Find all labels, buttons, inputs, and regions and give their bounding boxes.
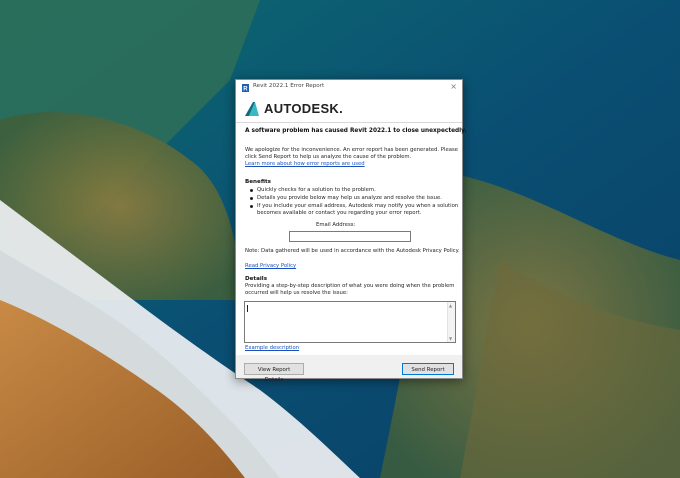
text-caret <box>247 305 248 312</box>
example-description-link[interactable]: Example description <box>245 345 299 352</box>
benefit-item-2: Details you provide below may help us an… <box>257 195 442 201</box>
apology-line-1: We apologize for the inconvenience. An e… <box>245 147 458 153</box>
logo-wordmark: AUTODESK <box>264 101 340 116</box>
details-prompt-line-2: occurred will help us resolve the issue: <box>245 290 348 296</box>
email-field[interactable] <box>289 231 411 242</box>
privacy-policy-link[interactable]: Read Privacy Policy <box>245 263 296 270</box>
bullet-dot <box>250 189 253 192</box>
svg-text:R: R <box>243 87 248 93</box>
bullet-dot <box>250 205 253 208</box>
details-scrollbar[interactable]: ▲ ▼ <box>447 302 455 342</box>
benefits-heading: Benefits <box>245 179 271 185</box>
bullet-dot <box>250 197 253 200</box>
email-label: Email Address: <box>316 222 356 228</box>
benefit-item-1: Quickly checks for a solution to the pro… <box>257 187 376 193</box>
view-report-details-button[interactable]: View Report Details <box>244 363 304 383</box>
details-textarea[interactable]: ▲ ▼ <box>244 301 456 343</box>
autodesk-logo-text: AUTODESK. <box>264 101 343 117</box>
privacy-note: Note: Data gathered will be used in acco… <box>245 248 460 254</box>
brand-header: AUTODESK. <box>236 96 462 123</box>
title-bar[interactable]: R Revit 2022.1 Error Report × <box>236 80 462 96</box>
error-headline: A software problem has caused Revit 2022… <box>245 128 467 134</box>
details-heading: Details <box>245 276 268 282</box>
benefit-item-3-cont: becomes available or contact you regardi… <box>257 210 422 216</box>
revit-app-icon: R <box>242 84 249 92</box>
apology-line-2: click Send Report to help us analyze the… <box>245 154 412 160</box>
window-title: Revit 2022.1 Error Report <box>253 83 325 89</box>
dialog-content: A software problem has caused Revit 2022… <box>236 123 467 355</box>
learn-more-link[interactable]: Learn more about how error reports are u… <box>245 161 365 168</box>
autodesk-logo-icon <box>245 102 259 116</box>
close-icon[interactable]: × <box>450 82 457 92</box>
logo-dot: . <box>339 101 344 116</box>
scroll-down-icon[interactable]: ▼ <box>449 336 452 341</box>
scroll-up-icon[interactable]: ▲ <box>449 303 452 308</box>
details-prompt-line-1: Providing a step-by-step description of … <box>245 283 455 289</box>
send-report-button[interactable]: Send Report <box>402 363 454 375</box>
benefit-item-3: If you include your email address, Autod… <box>257 203 459 209</box>
error-report-dialog: R Revit 2022.1 Error Report × AUTODESK. … <box>235 79 467 383</box>
